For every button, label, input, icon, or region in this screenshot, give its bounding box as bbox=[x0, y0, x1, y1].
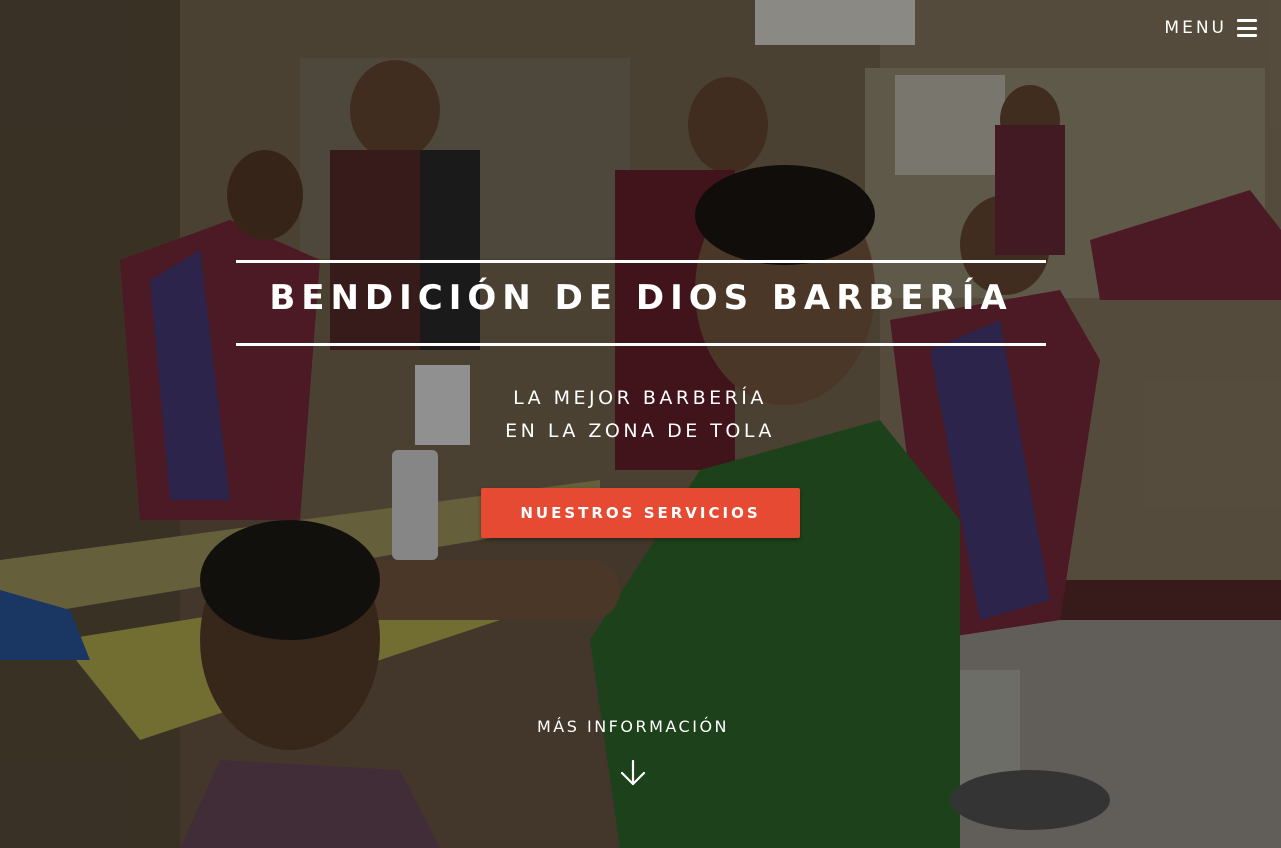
menu-toggle[interactable]: MENU bbox=[1164, 18, 1257, 38]
page-title: BENDICIÓN DE DIOS BARBERÍA bbox=[269, 278, 1013, 318]
services-button[interactable]: NUESTROS SERVICIOS bbox=[481, 488, 800, 538]
hamburger-icon[interactable] bbox=[1237, 19, 1257, 37]
title-divider-bottom bbox=[236, 343, 1046, 346]
title-divider-top bbox=[236, 260, 1046, 263]
arrow-down-icon[interactable] bbox=[619, 758, 647, 788]
more-info-link[interactable]: MÁS INFORMACIÓN bbox=[433, 717, 833, 736]
subtitle-line-1: LA MEJOR BARBERÍA bbox=[513, 387, 767, 409]
menu-label: MENU bbox=[1164, 18, 1227, 38]
subtitle-line-2: EN LA ZONA DE TOLA bbox=[505, 420, 775, 442]
hero-section: MENU BENDICIÓN DE DIOS BARBERÍA LA MEJOR… bbox=[0, 0, 1281, 848]
